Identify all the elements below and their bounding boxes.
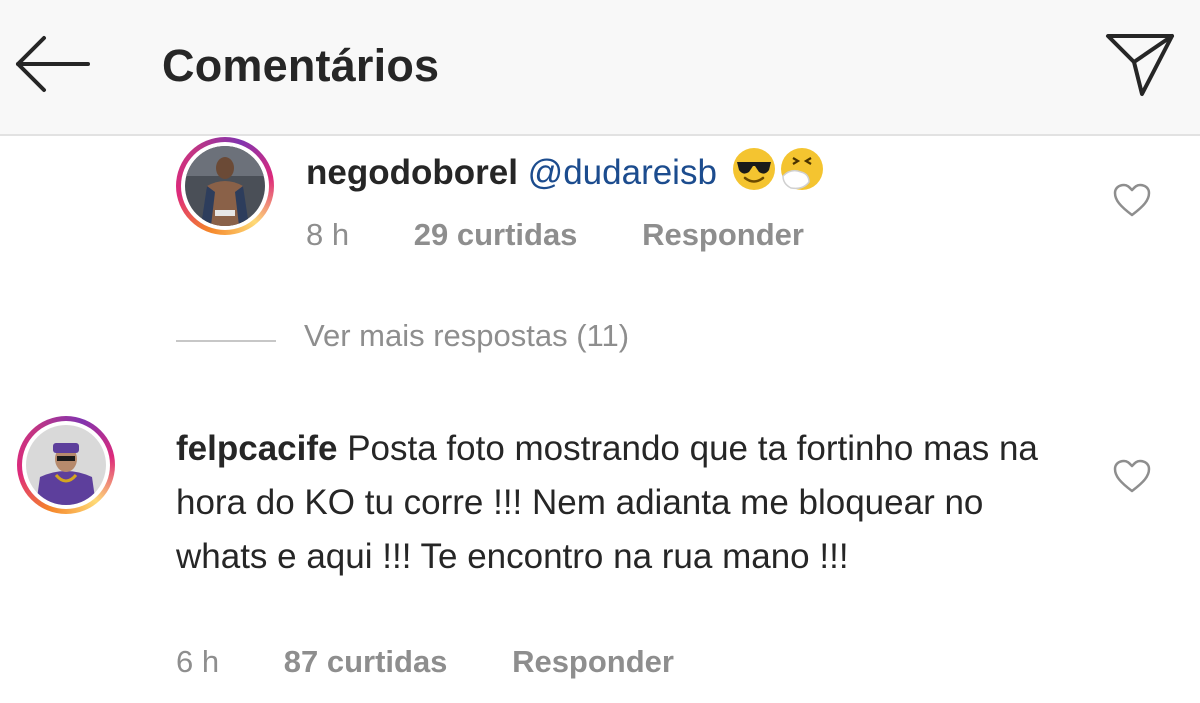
arrow-left-icon — [16, 36, 90, 92]
sneezing-face-emoji-icon — [780, 148, 823, 190]
comment-likes[interactable]: 87 curtidas — [284, 644, 448, 680]
page-title: Comentários — [162, 40, 440, 91]
comment-meta: 6 h 87 curtidas Responder — [176, 644, 674, 680]
divider — [176, 340, 276, 342]
comment-time: 8 h — [306, 217, 350, 252]
avatar[interactable] — [176, 137, 274, 235]
heart-icon — [1113, 183, 1151, 217]
avatar[interactable] — [17, 416, 115, 514]
comment-likes[interactable]: 29 curtidas — [414, 217, 578, 253]
reply-button[interactable]: Responder — [642, 217, 804, 253]
heart-icon — [1113, 459, 1151, 493]
header-bar: Comentários — [0, 0, 1200, 136]
view-more-replies-label: Ver mais respostas (11) — [304, 318, 630, 353]
comment-meta: 8 h 29 curtidas Responder — [306, 217, 804, 253]
reply-button[interactable]: Responder — [512, 644, 674, 680]
avatar-photo — [26, 425, 106, 505]
comment-time: 6 h — [176, 644, 220, 679]
comment-mention[interactable]: @dudareisb — [528, 153, 717, 192]
sunglasses-emoji-icon — [732, 148, 775, 190]
back-button[interactable] — [12, 34, 92, 94]
comment-username[interactable]: negodoborel — [306, 153, 518, 192]
comment-body: felpcacife Posta foto mostrando que ta f… — [176, 422, 1076, 584]
paper-plane-icon — [1106, 34, 1174, 96]
like-button[interactable] — [1112, 458, 1152, 494]
comment-body: negodoborel @dudareisb — [306, 146, 825, 208]
share-button[interactable] — [1104, 30, 1176, 98]
comment-username[interactable]: felpcacife — [176, 429, 337, 468]
avatar-photo — [185, 146, 265, 226]
like-button[interactable] — [1112, 182, 1152, 218]
